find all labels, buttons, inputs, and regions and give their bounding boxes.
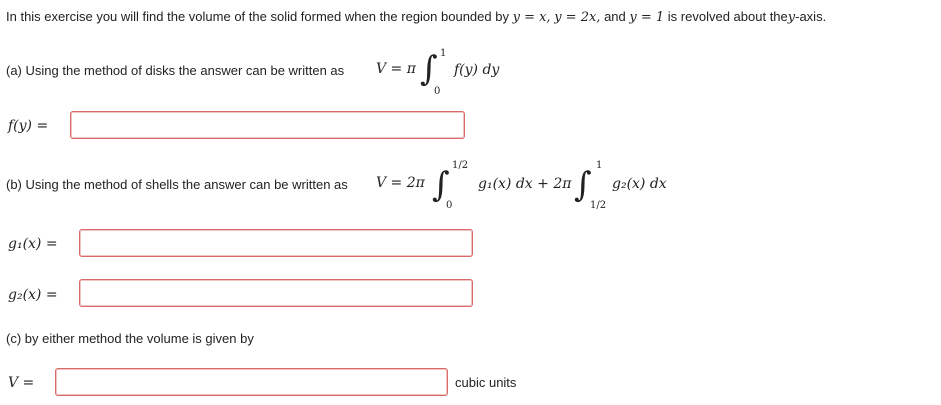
f-of-y-label: f(y) = (8, 118, 49, 134)
g1-input[interactable] (79, 229, 473, 257)
g2-label: g₂(x) = (8, 287, 58, 303)
part-b-text: (b) Using the method of shells the answe… (6, 177, 348, 192)
part-a-lhs: V = π (376, 61, 416, 77)
units-label: cubic units (455, 375, 517, 390)
axis-suffix: -axis. (795, 9, 827, 24)
part-b-integrand-2: g₂(x) dx (612, 176, 667, 192)
part-a-statement: (a) Using the method of disks the answer… (6, 63, 344, 78)
intro-and: and (604, 9, 626, 24)
part-c-statement: (c) by either method the volume is given… (6, 331, 254, 346)
part-c-text: (c) by either method the volume is given… (6, 331, 254, 346)
part-b-upper-limit-2: 1 (596, 160, 603, 171)
part-b-lower-limit-1: 0 (446, 200, 453, 211)
volume-label: V = (8, 375, 35, 391)
f-of-y-input[interactable] (70, 111, 465, 139)
intro-text-after: is revolved about the (667, 9, 788, 24)
part-a-integrand: f(y) dy (454, 62, 500, 78)
equation-y-equals-1: y = 1 (629, 10, 665, 25)
integral-sign-a: ∫ (420, 49, 438, 89)
part-b-lhs: V = 2π (376, 175, 425, 191)
volume-input[interactable] (55, 368, 448, 396)
part-a-lower-limit: 0 (434, 86, 441, 97)
part-b-integrand-1: g₁(x) dx + 2π (478, 176, 572, 192)
equation-y-equals-x: y = x, (512, 10, 551, 25)
integral-sign-b1: ∫ (432, 165, 450, 205)
part-b-lower-limit-2: 1/2 (590, 200, 607, 211)
part-b-upper-limit-1: 1/2 (452, 160, 469, 171)
intro-text: In this exercise you will find the volum… (6, 9, 509, 24)
g2-input[interactable] (79, 279, 473, 307)
part-a-upper-limit: 1 (440, 48, 447, 59)
g1-label: g₁(x) = (8, 236, 58, 252)
integral-sign-b2: ∫ (574, 165, 592, 205)
part-a-text: (a) Using the method of disks the answer… (6, 63, 345, 78)
problem-statement: In this exercise you will find the volum… (6, 9, 826, 25)
part-b-statement: (b) Using the method of shells the answe… (6, 177, 348, 192)
equation-y-equals-2x: y = 2x, (554, 10, 601, 25)
